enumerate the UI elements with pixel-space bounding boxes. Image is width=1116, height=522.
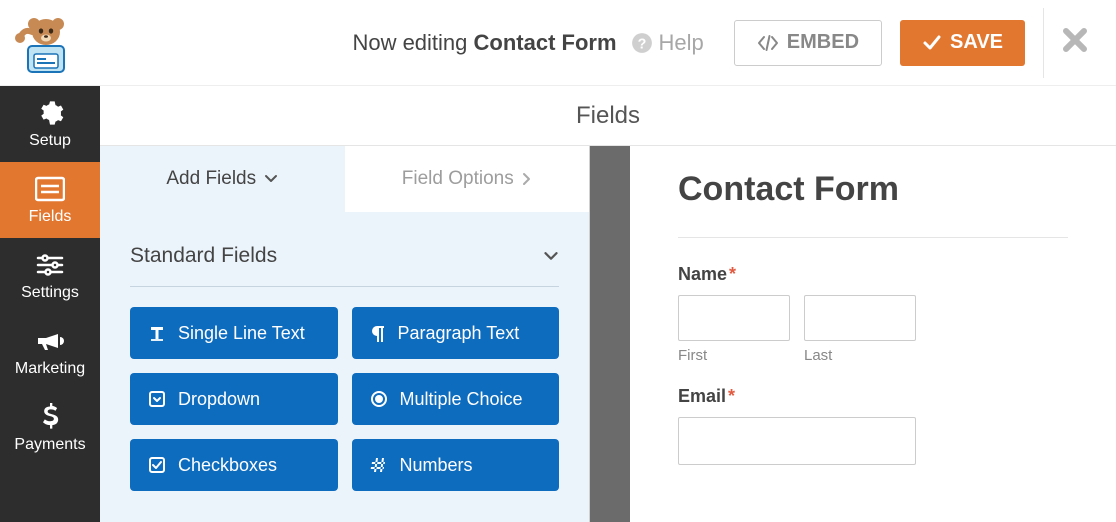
save-label: SAVE bbox=[950, 31, 1003, 54]
field-btn-numbers[interactable]: Numbers bbox=[352, 439, 560, 491]
standard-fields-section: Standard Fields Single Line Text Paragra… bbox=[100, 212, 589, 501]
text-icon bbox=[148, 324, 166, 342]
name-inputs: First Last bbox=[678, 295, 1068, 364]
last-sublabel: Last bbox=[804, 347, 916, 364]
topbar-center: Now editing Contact Form ? Help EMBED SA… bbox=[92, 8, 1116, 78]
editing-prefix: Now editing bbox=[352, 30, 473, 55]
section-header[interactable]: Standard Fields bbox=[130, 232, 559, 287]
close-icon bbox=[1062, 27, 1088, 53]
tab-label: Add Fields bbox=[166, 168, 256, 190]
sidebar-item-payments[interactable]: Payments bbox=[0, 390, 100, 466]
preview-title: Contact Form bbox=[678, 170, 1068, 209]
form-preview: Contact Form Name* First bbox=[630, 146, 1116, 522]
fields-panel: Add Fields Field Options Standard Fields bbox=[100, 146, 590, 522]
tab-label: Field Options bbox=[402, 168, 514, 190]
sidebar-item-setup[interactable]: Setup bbox=[0, 86, 100, 162]
last-name-input[interactable] bbox=[804, 295, 916, 341]
gear-icon bbox=[0, 98, 100, 128]
field-label-email: Email* bbox=[678, 386, 1068, 407]
save-button[interactable]: SAVE bbox=[900, 20, 1025, 66]
hash-icon bbox=[370, 456, 388, 474]
app-logo bbox=[0, 12, 92, 74]
sidebar-item-label: Setup bbox=[0, 132, 100, 150]
first-sublabel: First bbox=[678, 347, 790, 364]
email-input[interactable] bbox=[678, 417, 916, 465]
field-btn-label: Paragraph Text bbox=[398, 323, 520, 344]
checkbox-icon bbox=[148, 456, 166, 474]
field-btn-checkboxes[interactable]: Checkboxes bbox=[130, 439, 338, 491]
chevron-down-icon bbox=[543, 251, 559, 262]
sidebar-item-label: Payments bbox=[0, 436, 100, 454]
main-area: Setup Fields Settings Marketing bbox=[0, 86, 1116, 522]
close-button[interactable] bbox=[1062, 27, 1102, 58]
field-btn-label: Checkboxes bbox=[178, 455, 277, 476]
field-label-name: Name* bbox=[678, 264, 1068, 285]
sidebar-item-label: Fields bbox=[0, 208, 100, 226]
help-link[interactable]: ? Help bbox=[631, 30, 704, 56]
bullhorn-icon bbox=[0, 326, 100, 356]
fields-icon bbox=[0, 174, 100, 204]
preview-field-name[interactable]: Name* First Last bbox=[678, 264, 1068, 364]
field-btn-paragraph-text[interactable]: Paragraph Text bbox=[352, 307, 560, 359]
embed-icon bbox=[757, 34, 779, 52]
field-btn-single-line-text[interactable]: Single Line Text bbox=[130, 307, 338, 359]
content-area: Fields Add Fields Field Options Standa bbox=[100, 86, 1116, 522]
tab-add-fields[interactable]: Add Fields bbox=[100, 146, 345, 212]
chevron-right-icon bbox=[522, 172, 532, 186]
paragraph-icon bbox=[370, 324, 386, 342]
field-btn-label: Single Line Text bbox=[178, 323, 305, 344]
field-grid: Single Line Text Paragraph Text Dropdown bbox=[130, 307, 559, 491]
sidebar-item-fields[interactable]: Fields bbox=[0, 162, 100, 238]
section-title: Standard Fields bbox=[130, 244, 277, 268]
field-btn-label: Dropdown bbox=[178, 389, 260, 410]
topbar-divider bbox=[1043, 8, 1044, 78]
panel-tabs: Add Fields Field Options bbox=[100, 146, 589, 212]
top-bar: Now editing Contact Form ? Help EMBED SA… bbox=[0, 0, 1116, 86]
tab-field-options[interactable]: Field Options bbox=[345, 146, 590, 212]
help-label: Help bbox=[659, 30, 704, 56]
sidebar-item-label: Settings bbox=[0, 284, 100, 302]
sidebar: Setup Fields Settings Marketing bbox=[0, 86, 100, 522]
field-btn-label: Multiple Choice bbox=[400, 389, 523, 410]
embed-label: EMBED bbox=[787, 31, 859, 54]
svg-text:?: ? bbox=[637, 36, 646, 52]
preview-wrap: Contact Form Name* First bbox=[590, 146, 1116, 522]
sidebar-item-marketing[interactable]: Marketing bbox=[0, 314, 100, 390]
dollar-icon bbox=[0, 402, 100, 432]
help-icon: ? bbox=[631, 32, 653, 54]
required-mark: * bbox=[729, 264, 736, 284]
field-btn-multiple-choice[interactable]: Multiple Choice bbox=[352, 373, 560, 425]
editing-label: Now editing Contact Form bbox=[352, 30, 616, 56]
required-mark: * bbox=[728, 386, 735, 406]
radio-icon bbox=[370, 390, 388, 408]
chevron-down-icon bbox=[264, 174, 278, 184]
dropdown-icon bbox=[148, 390, 166, 408]
sidebar-item-settings[interactable]: Settings bbox=[0, 238, 100, 314]
sliders-icon bbox=[0, 250, 100, 280]
preview-field-email[interactable]: Email* bbox=[678, 386, 1068, 465]
form-name: Contact Form bbox=[474, 30, 617, 55]
content-body: Add Fields Field Options Standard Fields bbox=[100, 146, 1116, 522]
content-header: Fields bbox=[100, 86, 1116, 146]
preview-divider bbox=[678, 237, 1068, 238]
sidebar-item-label: Marketing bbox=[0, 360, 100, 378]
first-name-input[interactable] bbox=[678, 295, 790, 341]
embed-button[interactable]: EMBED bbox=[734, 20, 882, 66]
content-header-title: Fields bbox=[576, 102, 640, 130]
field-btn-label: Numbers bbox=[400, 455, 473, 476]
field-btn-dropdown[interactable]: Dropdown bbox=[130, 373, 338, 425]
check-icon bbox=[922, 34, 942, 52]
